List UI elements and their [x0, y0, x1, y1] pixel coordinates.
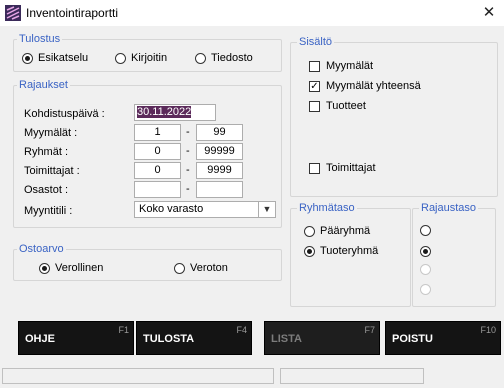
radio-rajaustaso-2[interactable] — [420, 246, 431, 257]
kohdistuspaiva-label: Kohdistuspäivä : — [24, 108, 105, 120]
poistu-button[interactable]: POISTU F10 — [385, 321, 501, 355]
lista-button: LISTA F7 — [264, 321, 380, 355]
status-panel-2 — [280, 368, 424, 384]
rajaustaso-legend: Rajaustaso — [419, 202, 479, 214]
myyntitili-value: Koko varasto — [139, 203, 204, 215]
osastot-from-input[interactable] — [134, 181, 181, 198]
ryhmat-label: Ryhmät : — [24, 146, 69, 158]
lista-button-key: F7 — [364, 325, 375, 335]
ryhmataso-legend: Ryhmätaso — [297, 202, 357, 214]
radio-esikatselu[interactable] — [22, 53, 33, 64]
radio-tuoteryhma-label: Tuoteryhmä — [320, 245, 379, 257]
ryhmat-to-input[interactable]: 99999 — [196, 143, 243, 160]
status-panel-1 — [2, 368, 274, 384]
rajaukset-legend: Rajaukset — [17, 79, 70, 91]
myymalat-label: Myymälät : — [24, 127, 78, 139]
poistu-button-label: POISTU — [392, 333, 433, 345]
title-bar: Inventointiraportti ✕ — [0, 0, 504, 26]
radio-verollinen[interactable] — [39, 263, 50, 274]
radio-kirjoitin-label: Kirjoitin — [131, 52, 168, 64]
ohje-button-key: F1 — [118, 325, 129, 335]
toimittajat-label: Toimittajat : — [24, 165, 80, 177]
check-myymalat-yhteensa-label: Myymälät yhteensä — [326, 80, 421, 92]
app-icon — [5, 5, 21, 21]
radio-paaryhma[interactable] — [304, 226, 315, 237]
tulosta-button[interactable]: TULOSTA F4 — [136, 321, 252, 355]
check-toimittajat[interactable] — [309, 163, 320, 174]
ohje-button[interactable]: OHJE F1 — [18, 321, 134, 355]
close-icon[interactable]: ✕ — [474, 0, 504, 26]
radio-rajaustaso-3 — [420, 264, 431, 275]
myyntitili-label: Myyntitili : — [24, 205, 73, 217]
radio-tiedosto-label: Tiedosto — [211, 52, 253, 64]
check-myymalat[interactable] — [309, 61, 320, 72]
poistu-button-key: F10 — [480, 325, 496, 335]
myymalat-to-input[interactable]: 99 — [196, 124, 243, 141]
radio-esikatselu-label: Esikatselu — [38, 52, 89, 64]
ostoarvo-legend: Ostoarvo — [17, 243, 66, 255]
sisalto-legend: Sisältö — [297, 36, 335, 48]
radio-veroton-label: Veroton — [190, 262, 228, 274]
toimittajat-to-input[interactable]: 9999 — [196, 162, 243, 179]
toimittajat-dash: - — [186, 164, 190, 176]
ryhmat-from-input[interactable]: 0 — [134, 143, 181, 160]
lista-button-label: LISTA — [271, 333, 302, 345]
check-myymalat-yhteensa[interactable]: ✓ — [309, 81, 320, 92]
myymalat-dash: - — [186, 126, 190, 138]
ryhmataso-group — [290, 208, 411, 307]
check-tuotteet[interactable] — [309, 101, 320, 112]
myyntitili-select[interactable]: Koko varasto ▼ — [134, 201, 276, 218]
ohje-button-label: OHJE — [25, 333, 55, 345]
radio-kirjoitin[interactable] — [115, 53, 126, 64]
status-bar — [0, 366, 504, 388]
radio-veroton[interactable] — [174, 263, 185, 274]
window-title: Inventointiraportti — [26, 6, 119, 20]
radio-tiedosto[interactable] — [195, 53, 206, 64]
radio-paaryhma-label: Pääryhmä — [320, 225, 371, 237]
kohdistuspaiva-value: 30.11.2022 — [137, 106, 192, 118]
tulosta-button-label: TULOSTA — [143, 333, 195, 345]
myymalat-from-input[interactable]: 1 — [134, 124, 181, 141]
check-toimittajat-label: Toimittajat — [326, 162, 376, 174]
radio-tuoteryhma[interactable] — [304, 246, 315, 257]
osastot-to-input[interactable] — [196, 181, 243, 198]
chevron-down-icon[interactable]: ▼ — [258, 202, 275, 217]
osastot-dash: - — [186, 183, 190, 195]
toimittajat-from-input[interactable]: 0 — [134, 162, 181, 179]
radio-rajaustaso-1[interactable] — [420, 225, 431, 236]
osastot-label: Osastot : — [24, 184, 69, 196]
radio-verollinen-label: Verollinen — [55, 262, 104, 274]
ryhmat-dash: - — [186, 145, 190, 157]
sisalto-group — [290, 42, 498, 197]
tulosta-button-key: F4 — [236, 325, 247, 335]
tulostus-legend: Tulostus — [17, 33, 63, 45]
kohdistuspaiva-input[interactable]: 30.11.2022 — [134, 104, 216, 121]
radio-rajaustaso-4 — [420, 284, 431, 295]
check-tuotteet-label: Tuotteet — [326, 100, 366, 112]
check-myymalat-label: Myymälät — [326, 60, 374, 72]
